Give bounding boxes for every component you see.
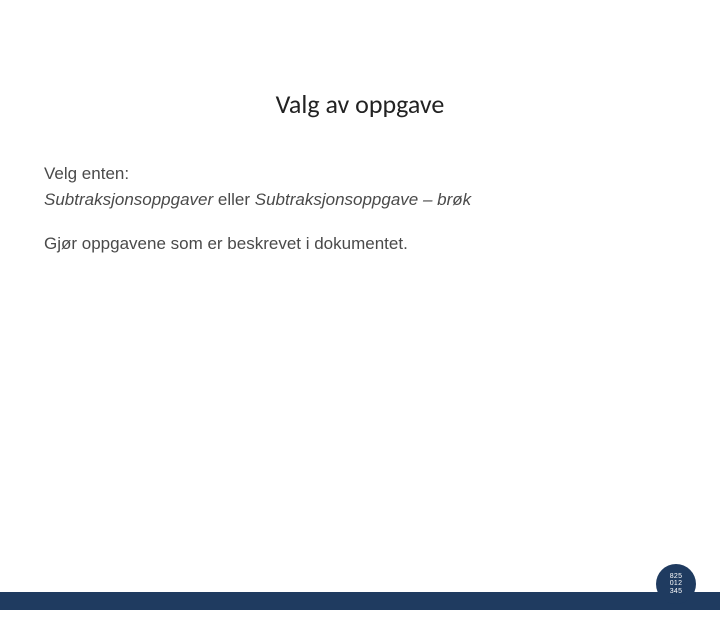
footer-bar [0,592,720,610]
body-instruction: Gjør oppgavene som er beskrevet i dokume… [44,232,676,256]
option-connector: eller [213,190,255,209]
logo-badge: 825 012 345 [656,564,696,604]
slide-body: Velg enten: Subtraksjonsoppgaver eller S… [44,162,676,255]
logo-row-1: 825 [670,573,683,580]
option-2: Subtraksjonsoppgave – brøk [255,190,471,209]
logo-row-3: 345 [670,588,683,595]
logo-text: 825 012 345 [670,573,683,595]
body-line-options: Subtraksjonsoppgaver eller Subtraksjonso… [44,188,676,212]
slide-container: Valg av oppgave Velg enten: Subtraksjons… [0,88,720,628]
body-line-intro: Velg enten: [44,162,676,186]
option-1: Subtraksjonsoppgaver [44,190,213,209]
slide-title: Valg av oppgave [0,88,720,120]
logo-row-2: 012 [670,580,683,587]
